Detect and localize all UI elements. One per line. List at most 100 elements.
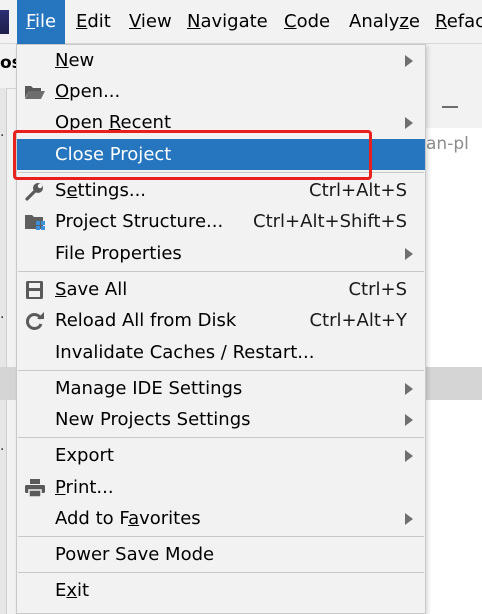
menu-item-label: Print... <box>55 472 114 503</box>
wrench-icon <box>25 183 43 201</box>
reload-icon <box>25 312 44 330</box>
menu-item-label: Save All <box>55 274 127 305</box>
menu-separator <box>18 572 424 573</box>
label-mnemonic: x <box>66 580 78 601</box>
editor-tab-bar <box>426 88 482 129</box>
menu-separator <box>18 536 424 537</box>
menu-analyze-label-pre: Analy <box>349 11 400 32</box>
app-logo-icon <box>0 10 9 34</box>
menu-bar: File Edit View Navigate Code Analyze Ref… <box>0 0 482 44</box>
menu-code-mnemonic: C <box>284 11 297 32</box>
menu-code[interactable]: Code <box>275 0 339 44</box>
label-pre: New Projects Settings <box>55 409 251 430</box>
folder-open-icon <box>25 86 45 99</box>
label-pre: Reload All from Disk <box>55 310 237 331</box>
label-mnemonic: O <box>55 81 70 102</box>
submenu-arrow-icon <box>405 414 413 426</box>
menu-code-label: ode <box>296 11 331 32</box>
label-rest: it <box>77 580 90 601</box>
label-pre: Project Structure... <box>55 211 224 232</box>
menu-navigate-label: avigate <box>200 11 268 32</box>
menu-item-label: Manage IDE Settings <box>55 373 242 404</box>
label-pre: E <box>55 580 67 601</box>
menu-edit-label: dit <box>87 11 111 32</box>
menu-separator <box>18 271 424 272</box>
menu-item-save-all[interactable]: Save All Ctrl+S <box>17 274 425 305</box>
menu-item-label: New Projects Settings <box>55 404 251 435</box>
menu-item-manage-ide-settings[interactable]: Manage IDE Settings <box>17 373 425 404</box>
menu-item-new[interactable]: New <box>17 45 425 76</box>
menu-item-export[interactable]: Export <box>17 440 425 471</box>
label-pre: Export <box>55 445 114 466</box>
menu-item-label: Project Structure... <box>55 206 223 237</box>
menu-file[interactable]: File <box>17 0 66 44</box>
menu-analyze-label: e <box>408 11 420 32</box>
menu-item-label: File Properties <box>55 238 182 269</box>
menu-item-new-projects-settings[interactable]: New Projects Settings <box>17 404 425 435</box>
label-mnemonic: e <box>66 180 78 201</box>
label-rest: ttings... <box>77 180 147 201</box>
menu-navigate[interactable]: Navigate <box>178 0 277 44</box>
tree-marker: · <box>0 128 5 144</box>
submenu-arrow-icon <box>405 55 413 67</box>
label-mnemonic: a <box>128 508 140 529</box>
label-pre: Invalidate Caches / Restart... <box>55 342 315 363</box>
menu-refactor[interactable]: Refac <box>426 0 482 44</box>
label-rest: rint... <box>65 477 114 498</box>
menu-edit-mnemonic: E <box>76 11 88 32</box>
menu-item-open[interactable]: Open... <box>17 76 425 107</box>
menu-item-reload-all[interactable]: Reload All from Disk Ctrl+Alt+Y <box>17 305 425 336</box>
submenu-arrow-icon <box>405 450 413 462</box>
project-structure-icon <box>25 215 45 230</box>
menu-item-power-save-mode[interactable]: Power Save Mode <box>17 539 425 570</box>
menu-item-label: Open... <box>55 76 120 107</box>
minimize-icon[interactable] <box>442 106 458 108</box>
menu-analyze[interactable]: Analyze <box>340 0 429 44</box>
menu-item-label: Reload All from Disk <box>55 305 236 336</box>
label-rest: pen... <box>69 81 121 102</box>
menu-analyze-mnemonic: z <box>399 11 409 32</box>
menu-view[interactable]: View <box>120 0 181 44</box>
menu-item-label: Power Save Mode <box>55 539 214 570</box>
printer-icon <box>25 479 45 498</box>
menu-item-invalidate-caches[interactable]: Invalidate Caches / Restart... <box>17 337 425 368</box>
label-pre: Power Save Mode <box>55 544 215 565</box>
label-mnemonic: S <box>55 279 67 300</box>
menu-file-label: ile <box>35 11 57 32</box>
menu-view-label: iew <box>140 11 172 32</box>
menu-navigate-mnemonic: N <box>187 11 201 32</box>
label-pre: File Properties <box>55 243 182 264</box>
label-rest: ew <box>68 50 95 71</box>
menu-item-label: Export <box>55 440 114 471</box>
menu-item-label: Add to Favorites <box>55 503 201 534</box>
menu-item-file-properties[interactable]: File Properties <box>17 238 425 269</box>
annotation-highlight-box <box>13 130 372 180</box>
menu-item-shortcut: Ctrl+Alt+Y <box>309 310 407 331</box>
label-pre: Add to F <box>55 508 129 529</box>
menu-separator <box>18 437 424 438</box>
menu-item-label: Exit <box>55 575 89 606</box>
submenu-arrow-icon <box>405 248 413 260</box>
submenu-arrow-icon <box>405 117 413 129</box>
menu-edit[interactable]: Edit <box>67 0 120 44</box>
menu-item-shortcut: Ctrl+S <box>348 279 407 300</box>
label-pre: Manage IDE Settings <box>55 378 243 399</box>
menu-refactor-label: efac <box>446 11 482 32</box>
editor-tab[interactable]: an-pl <box>426 134 469 154</box>
menu-item-print[interactable]: Print... <box>17 472 425 503</box>
menu-item-add-to-favorites[interactable]: Add to Favorites <box>17 503 425 534</box>
menu-refactor-mnemonic: R <box>435 11 447 32</box>
tree-marker: · <box>0 310 5 326</box>
label-mnemonic: P <box>55 477 66 498</box>
label-rest: ave All <box>66 279 128 300</box>
menu-item-shortcut: Ctrl+Alt+Shift+S <box>253 211 407 232</box>
submenu-arrow-icon <box>405 513 413 525</box>
menu-item-label: Invalidate Caches / Restart... <box>55 337 314 368</box>
menu-item-project-structure[interactable]: Project Structure... Ctrl+Alt+Shift+S <box>17 206 425 237</box>
menu-separator <box>18 370 424 371</box>
label-pre: S <box>55 180 67 201</box>
menu-item-label: New <box>55 45 94 76</box>
menu-item-exit[interactable]: Exit <box>17 575 425 606</box>
label-mnemonic: N <box>55 50 69 71</box>
menu-file-mnemonic: F <box>26 11 36 32</box>
